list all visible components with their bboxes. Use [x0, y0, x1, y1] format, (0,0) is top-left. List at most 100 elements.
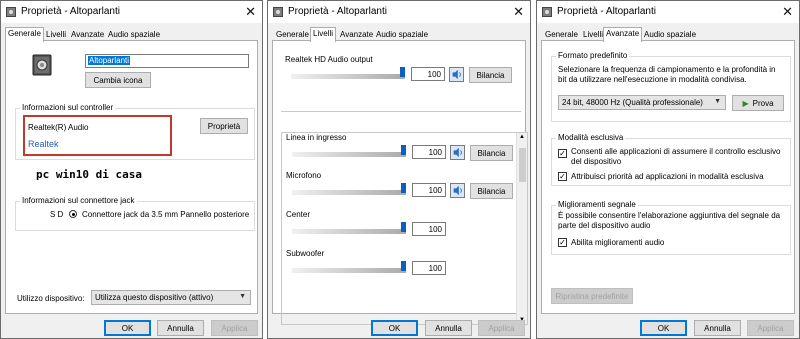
volume-value[interactable]: 100	[412, 183, 446, 197]
usage-dropdown-value: Utilizza questo dispositivo (attivo)	[95, 293, 214, 302]
tab-bar: Generale Livelli Avanzate Audio spaziale	[272, 27, 526, 42]
slider-thumb[interactable]	[401, 222, 406, 232]
speaker-mute-icon[interactable]	[449, 67, 464, 82]
close-button[interactable]: ✕	[782, 4, 793, 20]
chevron-down-icon: ▼	[239, 293, 246, 300]
level-label: Linea in ingresso	[286, 133, 347, 142]
jack-side-label: S D	[50, 210, 64, 219]
balance-button[interactable]: Bilancia	[470, 183, 513, 199]
volume-value[interactable]: 100	[412, 261, 446, 275]
format-description: Selezionare la frequenza di campionament…	[558, 65, 776, 84]
cancel-button[interactable]: Annulla	[157, 320, 204, 336]
cancel-button[interactable]: Annulla	[694, 320, 741, 336]
close-button[interactable]: ✕	[245, 4, 256, 20]
speaker-app-icon	[6, 7, 16, 17]
balance-button[interactable]: Bilancia	[470, 145, 513, 161]
ok-button[interactable]: OK	[104, 320, 151, 336]
separator	[281, 111, 521, 112]
volume-value[interactable]: 100	[412, 145, 446, 159]
apply-button[interactable]: Applica	[478, 320, 525, 336]
format-dropdown[interactable]: 24 bit, 48000 Hz (Qualità professionale)…	[558, 95, 726, 110]
speaker-device-icon	[32, 54, 52, 76]
test-button[interactable]: ▶ Prova	[732, 95, 784, 111]
speaker-mute-icon[interactable]	[450, 145, 465, 160]
tab-panel-generale: Altoparlanti Cambia icona Informazioni s…	[5, 40, 258, 314]
title-bar: Proprietà - Altoparlanti ✕	[268, 1, 530, 23]
volume-value[interactable]: 100	[411, 67, 445, 81]
level-row-center: Center 100	[282, 210, 522, 246]
title-bar: Proprietà - Altoparlanti ✕	[1, 1, 262, 23]
tab-generale[interactable]: Generale	[5, 27, 44, 42]
exclusive-priority-label: Attribuisci priorità ad applicazioni in …	[571, 172, 764, 181]
jack-description: Connettore jack da 3.5 mm Pannello poste…	[82, 210, 250, 219]
usage-dropdown[interactable]: Utilizza questo dispositivo (attivo) ▼	[91, 290, 251, 305]
controller-group-label: Informazioni sul controller	[20, 103, 116, 112]
slider-thumb[interactable]	[400, 67, 405, 77]
highlight-box	[23, 115, 172, 156]
properties-window-general: Proprietà - Altoparlanti ✕ Generale Live…	[0, 0, 263, 339]
speaker-app-icon	[542, 7, 552, 17]
exclusive-control-label: Consenti alle applicazioni di assumere i…	[571, 147, 781, 166]
tab-panel-livelli: Realtek HD Audio output 100 Bilancia Lin…	[272, 40, 528, 325]
properties-window-advanced: Proprietà - Altoparlanti ✕ Generale Live…	[536, 0, 800, 339]
window-title: Proprietà - Altoparlanti	[557, 6, 656, 17]
level-label: Realtek HD Audio output	[285, 55, 373, 64]
restore-defaults-button[interactable]: Ripristina predefinite	[551, 288, 633, 304]
volume-slider[interactable]	[292, 152, 406, 157]
device-name-input[interactable]: Altoparlanti	[85, 54, 249, 68]
vendor-link[interactable]: Realtek	[28, 139, 59, 149]
volume-slider[interactable]	[291, 74, 405, 79]
tab-panel-avanzate: Formato predefinito Selezionare la frequ…	[541, 40, 795, 314]
volume-slider[interactable]	[292, 229, 406, 234]
level-label: Microfono	[286, 171, 322, 180]
ok-button[interactable]: OK	[371, 320, 418, 336]
change-icon-button[interactable]: Cambia icona	[85, 72, 151, 88]
controller-name: Realtek(R) Audio	[28, 123, 89, 132]
annotation-note: pc win10 di casa	[36, 168, 142, 181]
cancel-button[interactable]: Annulla	[425, 320, 472, 336]
enhance-description: È possibile consentire l'elaborazione ag…	[558, 211, 781, 230]
slider-thumb[interactable]	[401, 183, 406, 193]
window-title: Proprietà - Altoparlanti	[288, 6, 387, 17]
tab-bar: Generale Livelli Avanzate Audio spaziale	[541, 27, 795, 42]
properties-window-levels: Proprietà - Altoparlanti ✕ Generale Live…	[267, 0, 531, 339]
jack-radio	[69, 210, 77, 218]
exclusive-group-label: Modalità esclusiva	[556, 133, 626, 142]
enable-enhancements-label: Abilita miglioramenti audio	[571, 238, 665, 247]
close-button[interactable]: ✕	[513, 4, 524, 20]
vertical-scrollbar[interactable]: ▲ ▼	[516, 133, 527, 324]
apply-button[interactable]: Applica	[747, 320, 794, 336]
scrollbar-thumb[interactable]	[519, 148, 526, 182]
chevron-up-icon[interactable]: ▲	[519, 134, 525, 140]
slider-thumb[interactable]	[401, 145, 406, 155]
enhance-group-label: Miglioramenti segnale	[556, 200, 638, 209]
tab-bar: Generale Livelli Avanzate Audio spaziale	[5, 27, 258, 42]
chevron-down-icon: ▼	[714, 98, 721, 105]
usage-label: Utilizzo dispositivo:	[17, 294, 85, 303]
exclusive-priority-checkbox[interactable]: ✓	[558, 172, 567, 181]
format-group-label: Formato predefinito	[556, 51, 630, 60]
jack-group-label: Informazioni sul connettore jack	[20, 196, 137, 205]
title-bar: Proprietà - Altoparlanti ✕	[537, 1, 799, 23]
play-icon: ▶	[742, 98, 749, 108]
tab-avanzate[interactable]: Avanzate	[603, 27, 643, 42]
volume-slider[interactable]	[292, 268, 406, 273]
ok-button[interactable]: OK	[640, 320, 687, 336]
tab-livelli[interactable]: Livelli	[310, 27, 337, 42]
speaker-app-icon	[273, 7, 283, 17]
format-dropdown-value: 24 bit, 48000 Hz (Qualità professionale)	[562, 98, 703, 107]
window-title: Proprietà - Altoparlanti	[21, 6, 120, 17]
test-button-label: Prova	[752, 98, 774, 108]
level-label: Center	[286, 210, 311, 219]
apply-button[interactable]: Applica	[211, 320, 258, 336]
balance-button[interactable]: Bilancia	[469, 67, 512, 83]
levels-scroll-area[interactable]: Linea in ingresso 100 Bilancia Microfono…	[281, 132, 528, 325]
enable-enhancements-checkbox[interactable]: ✓	[558, 238, 567, 247]
speaker-mute-icon[interactable]	[450, 183, 465, 198]
exclusive-control-checkbox[interactable]: ✓	[558, 149, 567, 158]
volume-slider[interactable]	[292, 190, 406, 195]
level-row-subwoofer: Subwoofer 100	[282, 249, 522, 285]
controller-properties-button[interactable]: Proprietà	[200, 118, 248, 134]
slider-thumb[interactable]	[401, 261, 406, 271]
volume-value[interactable]: 100	[412, 222, 446, 236]
